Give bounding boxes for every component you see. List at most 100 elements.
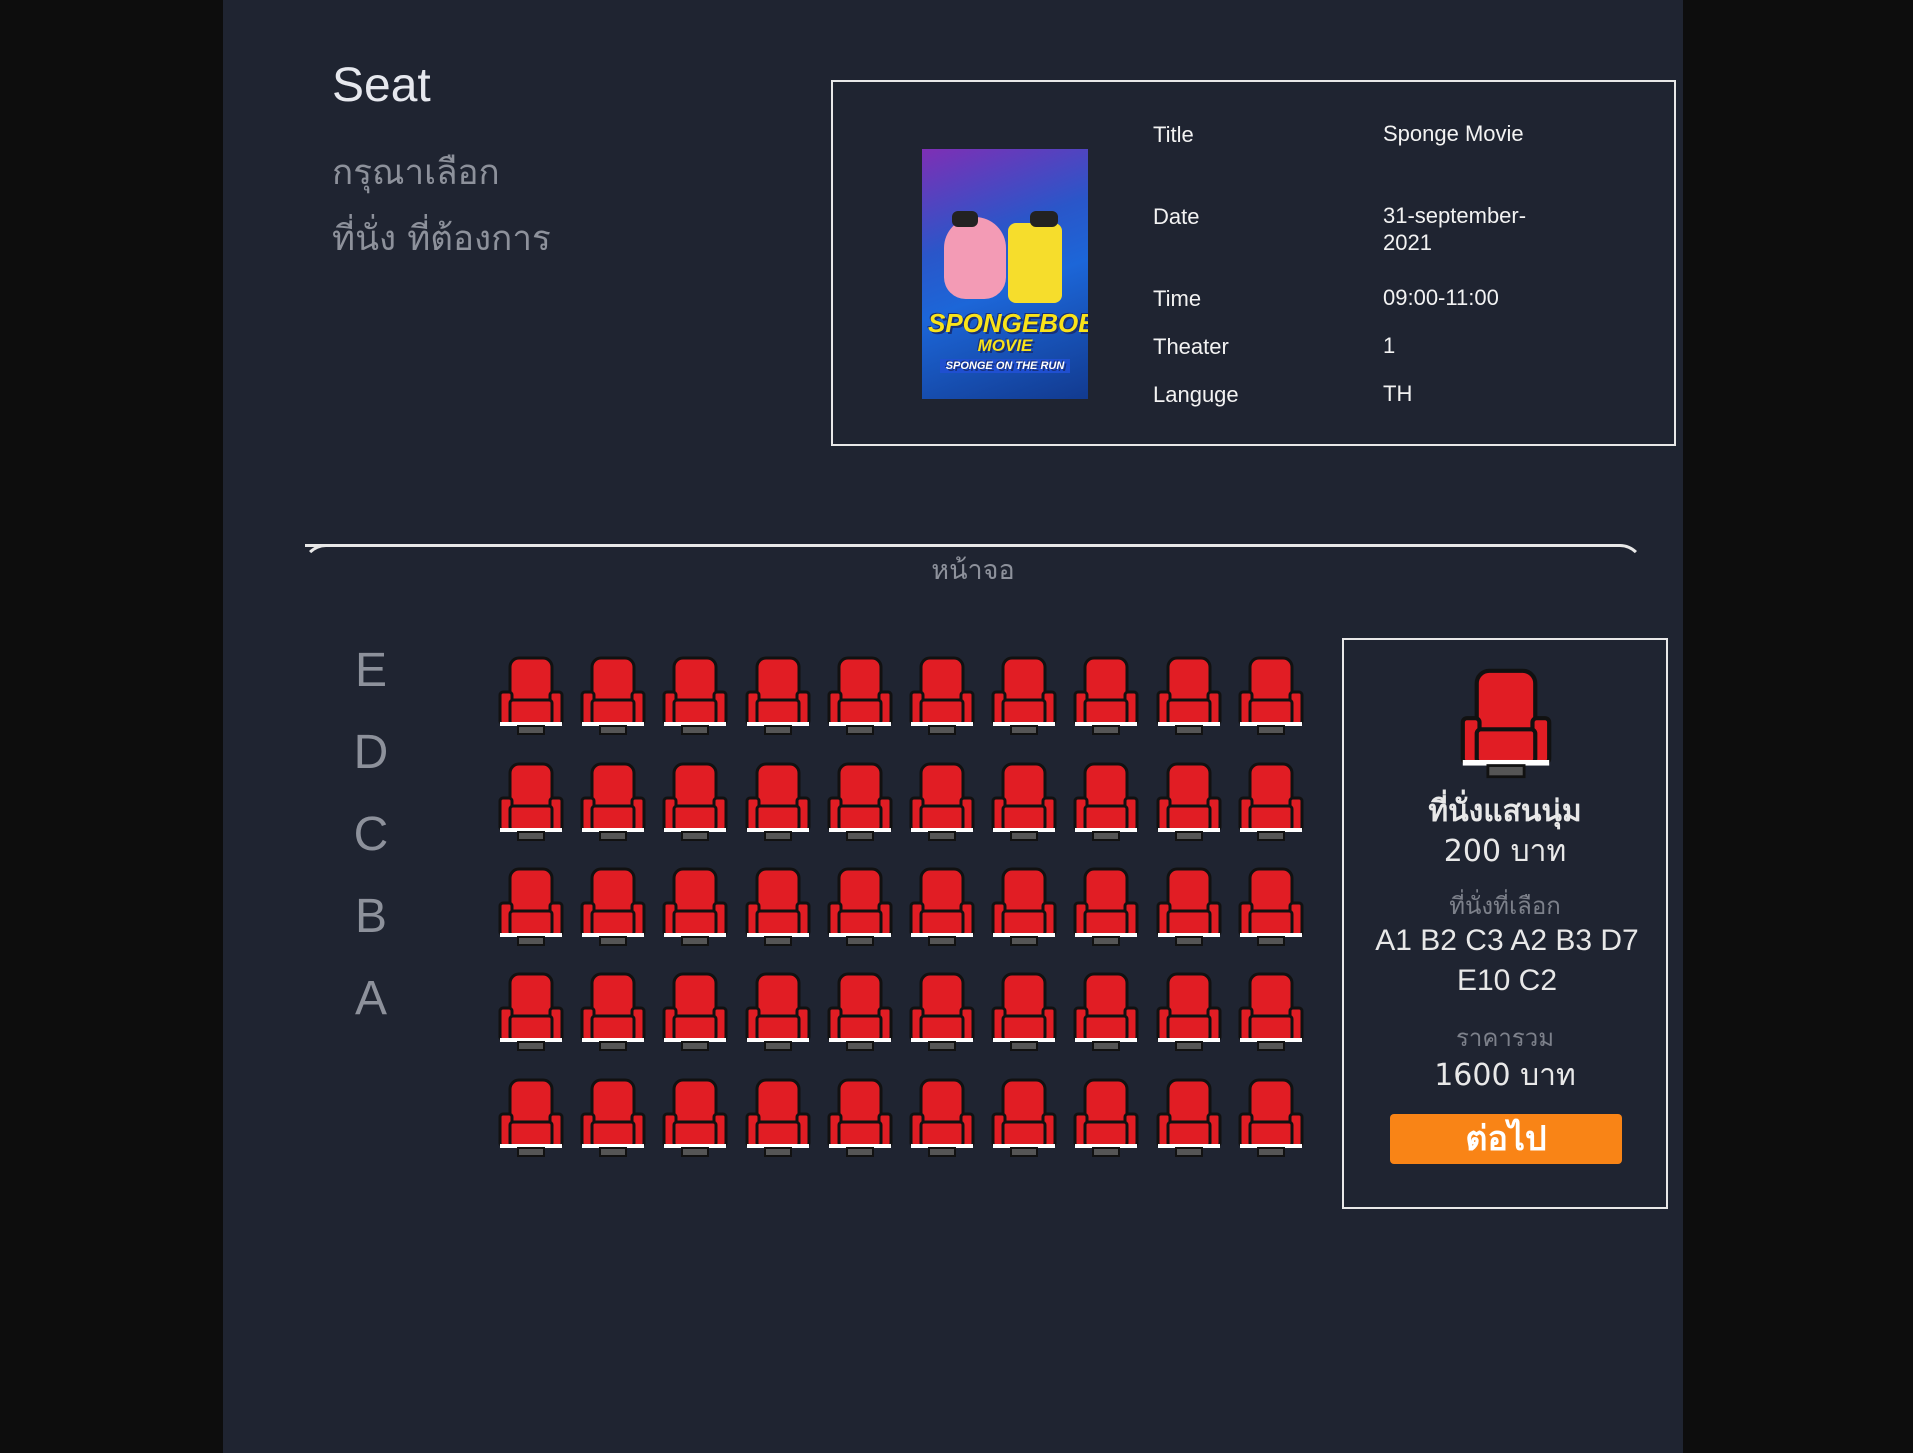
seat[interactable] [662, 656, 728, 736]
seat[interactable] [662, 972, 728, 1052]
seat[interactable] [1156, 656, 1222, 736]
seat[interactable] [991, 656, 1057, 736]
seat[interactable] [827, 1078, 893, 1158]
seat[interactable] [745, 867, 811, 947]
total-price-value: 1600 บาท [1434, 1058, 1576, 1093]
seat[interactable] [1073, 972, 1139, 1052]
seat[interactable] [1238, 1078, 1304, 1158]
seat[interactable] [1073, 762, 1139, 842]
seat-icon [1238, 656, 1304, 735]
seat-icon [1156, 656, 1222, 735]
seat[interactable] [1073, 1078, 1139, 1158]
seat[interactable] [1156, 867, 1222, 947]
seat-icon [580, 972, 646, 1051]
next-button[interactable]: ต่อไป [1390, 1114, 1622, 1164]
seat[interactable] [1238, 972, 1304, 1052]
seat[interactable] [991, 762, 1057, 842]
seat-icon [1156, 867, 1222, 946]
seat-icon [1073, 1078, 1139, 1157]
seat-icon [745, 867, 811, 946]
row-label-d: D [353, 726, 389, 779]
seat-icon [662, 972, 728, 1051]
seat-icon [991, 656, 1057, 735]
movie-info-box: SPONGEBOB MOVIE SPONGE ON THE RUN Title … [831, 80, 1676, 446]
seat[interactable] [1156, 762, 1222, 842]
seat[interactable] [1156, 1078, 1222, 1158]
seat-icon [745, 1078, 811, 1157]
seat[interactable] [662, 1078, 728, 1158]
info-label-title: Title [1153, 122, 1194, 147]
seat[interactable] [498, 1078, 564, 1158]
seat[interactable] [580, 762, 646, 842]
seat[interactable] [991, 1078, 1057, 1158]
seat-icon [827, 867, 893, 946]
seat-icon [498, 1078, 564, 1157]
seat-icon [498, 972, 564, 1051]
seat-icon [498, 762, 564, 841]
seat[interactable] [498, 972, 564, 1052]
page-subtitle: กรุณาเลือก ที่นั่ง ที่ต้องการ [332, 140, 662, 272]
seat-icon [1073, 867, 1139, 946]
info-value-language: TH [1383, 381, 1413, 406]
seat[interactable] [827, 972, 893, 1052]
seat-icon [662, 867, 728, 946]
seat[interactable] [745, 1078, 811, 1158]
seat[interactable] [827, 867, 893, 947]
seat[interactable] [991, 867, 1057, 947]
seat[interactable] [1238, 656, 1304, 736]
seat-icon [1156, 762, 1222, 841]
info-label-theater: Theater [1153, 334, 1229, 359]
seat[interactable] [827, 762, 893, 842]
seat[interactable] [991, 972, 1057, 1052]
seat[interactable] [909, 762, 975, 842]
selected-seats-list: A1 B2 C3 A2 B3 D7 E10 C2 [1375, 924, 1639, 997]
seat[interactable] [909, 972, 975, 1052]
seat-icon [909, 867, 975, 946]
seat[interactable] [498, 867, 564, 947]
seat-icon [991, 972, 1057, 1051]
info-label-time: Time [1153, 286, 1202, 311]
row-label-e: E [354, 644, 387, 697]
seat[interactable] [498, 762, 564, 842]
seat[interactable] [662, 762, 728, 842]
seat[interactable] [745, 656, 811, 736]
seat[interactable] [580, 656, 646, 736]
seat[interactable] [580, 972, 646, 1052]
seat-icon [991, 762, 1057, 841]
seat-icon [498, 656, 564, 735]
seat[interactable] [1156, 972, 1222, 1052]
info-value-time: 09:00-11:00 [1383, 285, 1499, 310]
seat[interactable] [909, 656, 975, 736]
row-label-a: A [354, 972, 387, 1025]
info-value-title: Sponge Movie [1383, 121, 1524, 146]
seat-selection-page: Seat กรุณาเลือก ที่นั่ง ที่ต้องการ SPONG… [223, 0, 1683, 1453]
seat[interactable] [745, 762, 811, 842]
seat-icon [580, 762, 646, 841]
seat-icon [662, 1078, 728, 1157]
seat-icon [1073, 762, 1139, 841]
subtitle-line-1: กรุณาเลือก [332, 153, 500, 193]
selected-seats-label: ที่นั่งที่เลือก [1449, 892, 1561, 920]
seat[interactable] [909, 1078, 975, 1158]
seat-icon [1238, 1078, 1304, 1157]
poster-logo-line-1: SPONGEBOB [928, 308, 1088, 338]
seat[interactable] [580, 1078, 646, 1158]
seat[interactable] [1238, 762, 1304, 842]
seat[interactable] [662, 867, 728, 947]
seat[interactable] [1073, 867, 1139, 947]
seat-icon [745, 656, 811, 735]
seat[interactable] [827, 656, 893, 736]
seat[interactable] [909, 867, 975, 947]
binoculars-left [952, 211, 978, 227]
seat[interactable] [745, 972, 811, 1052]
info-value-date: 31-september-2021 [1383, 203, 1527, 255]
seat[interactable] [498, 656, 564, 736]
booking-summary: ที่นั่งแสนนุ่ม 200 บาท ที่นั่งที่เลือก A… [1342, 638, 1668, 1209]
seat[interactable] [1238, 867, 1304, 947]
seat[interactable] [1073, 656, 1139, 736]
seat[interactable] [580, 867, 646, 947]
seat-icon [1156, 1078, 1222, 1157]
seat-icon [580, 1078, 646, 1157]
seat-icon [991, 867, 1057, 946]
seat-icon [909, 762, 975, 841]
